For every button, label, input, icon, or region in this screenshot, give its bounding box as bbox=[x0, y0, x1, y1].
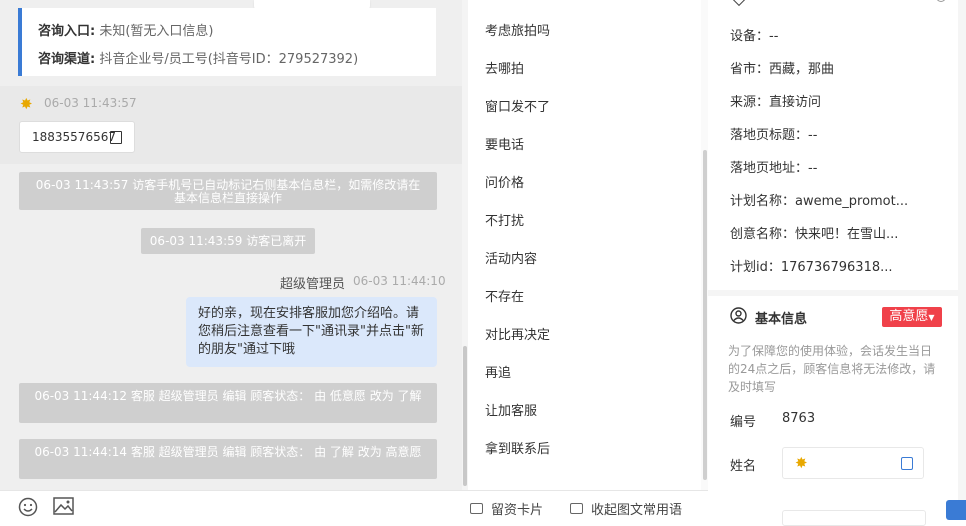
basic-info-notice: 为了保障您的使用体验，会话发生当日的24点之后，顾客信息将无法修改，请及时填写 bbox=[728, 344, 936, 394]
id-value: 8763 bbox=[782, 411, 816, 426]
system-message: 06-03 11:44:14 客服 超级管理员 编辑 顾客状态： 由 了解 改为… bbox=[19, 439, 437, 479]
agent-time: 06-03 11:44:10 bbox=[353, 274, 446, 288]
visitor-avatar: ✸ bbox=[20, 95, 33, 113]
system-message: 06-03 11:43:59 访客已离开 bbox=[141, 228, 315, 254]
quick-reply-item[interactable]: 让加客服 bbox=[485, 400, 537, 419]
quick-reply-item[interactable]: 再追 bbox=[485, 362, 511, 381]
system-message: 06-03 11:43:57 访客手机号已自动标记右侧基本信息栏，如需修改请在基… bbox=[19, 172, 437, 210]
caret-down-icon: ▼ bbox=[928, 313, 935, 322]
user-icon bbox=[730, 307, 747, 324]
chat-panel: 咨询入口: 未知(暂无入口信息) 咨询渠道: 抖音企业号/员工号(抖音号ID：2… bbox=[0, 0, 462, 490]
agent-message-bubble: 好的亲，现在安排客服加您介绍哈。请您稍后注意查看一下"通讯录"并点击"新的朋友"… bbox=[186, 297, 437, 367]
star-avatar-icon: ✸ bbox=[20, 95, 33, 113]
quick-reply-scrollbar[interactable] bbox=[701, 0, 708, 490]
card-icon bbox=[470, 503, 483, 514]
quick-reply-item[interactable]: 不打扰 bbox=[485, 210, 524, 229]
province-row: 省市：西藏，那曲 bbox=[730, 62, 835, 77]
entry-row: 咨询入口: 未知(暂无入口信息) bbox=[38, 24, 214, 39]
landing-title-row: 落地页标题：-- bbox=[730, 128, 818, 143]
visitor-info-card: 设备：-- 省市：西藏，那曲 来源：直接访问 落地页标题：-- 落地页地址：--… bbox=[708, 0, 958, 290]
quick-reply-item[interactable]: 去哪拍 bbox=[485, 58, 524, 77]
consult-info-card: 咨询入口: 未知(暂无入口信息) 咨询渠道: 抖音企业号/员工号(抖音号ID：2… bbox=[18, 8, 436, 76]
basic-info-title: 基本信息 bbox=[755, 312, 808, 327]
quick-reply-item[interactable]: 拿到联系后 bbox=[485, 438, 550, 457]
emoji-icon[interactable] bbox=[18, 497, 38, 517]
input-toolbar: 留资卡片 收起图文常用语 bbox=[0, 490, 708, 520]
plan-name-row: 计划名称：aweme_promot... bbox=[730, 194, 909, 209]
copy-icon[interactable] bbox=[901, 457, 913, 470]
quick-reply-item[interactable]: 要电话 bbox=[485, 134, 524, 153]
leave-card-button[interactable]: 留资卡片 bbox=[470, 499, 543, 518]
quick-reply-list: 考虑旅拍吗 去哪拍 窗口发不了 要电话 问价格 不打扰 活动内容 不存在 对比再… bbox=[469, 0, 701, 490]
name-field[interactable]: ✸ bbox=[782, 447, 924, 479]
list-icon bbox=[570, 503, 583, 514]
diamond-icon bbox=[731, 0, 747, 7]
device-row: 设备：-- bbox=[730, 29, 779, 44]
chat-scrollbar[interactable] bbox=[462, 0, 468, 490]
quick-reply-item[interactable]: 问价格 bbox=[485, 172, 524, 191]
quick-reply-item[interactable]: 不存在 bbox=[485, 286, 524, 305]
star-avatar-icon: ✸ bbox=[795, 454, 808, 472]
system-message: 06-03 11:44:12 客服 超级管理员 编辑 顾客状态： 由 低意愿 改… bbox=[19, 383, 437, 423]
quick-reply-item[interactable]: 窗口发不了 bbox=[485, 96, 550, 115]
basic-info-card bbox=[708, 296, 958, 520]
plan-id-row: 计划id：176736796318... bbox=[730, 260, 893, 275]
creative-name-row: 创意名称：快来吧！在雪山... bbox=[730, 227, 899, 242]
quick-reply-item[interactable]: 对比再决定 bbox=[485, 324, 550, 343]
quick-reply-item[interactable]: 考虑旅拍吗 bbox=[485, 20, 550, 39]
copy-icon[interactable] bbox=[110, 131, 122, 144]
intent-tag[interactable]: 高意愿▼ bbox=[882, 307, 942, 327]
visitor-time: 06-03 11:43:57 bbox=[44, 96, 137, 110]
image-icon[interactable] bbox=[53, 497, 74, 515]
landing-url-row: 落地页地址：-- bbox=[730, 161, 818, 176]
customer-info-panel: 设备：-- 省市：西藏，那曲 来源：直接访问 落地页标题：-- 落地页地址：--… bbox=[708, 0, 966, 526]
floating-action-button[interactable] bbox=[946, 500, 966, 520]
source-row: 来源：直接访问 bbox=[730, 95, 822, 110]
phone-chip[interactable]: 18835576567 bbox=[19, 121, 135, 153]
next-field[interactable] bbox=[782, 510, 926, 526]
quick-reply-scrollbar-thumb[interactable] bbox=[703, 150, 707, 480]
chat-scrollbar-thumb[interactable] bbox=[463, 346, 467, 486]
channel-row: 咨询渠道: 抖音企业号/员工号(抖音号ID：279527392) bbox=[38, 52, 359, 67]
name-label: 姓名 bbox=[730, 459, 757, 474]
collapse-phrases-button[interactable]: 收起图文常用语 bbox=[570, 499, 682, 518]
id-label: 编号 bbox=[730, 415, 757, 430]
quick-reply-item[interactable]: 活动内容 bbox=[485, 248, 537, 267]
close-icon[interactable] bbox=[936, 0, 946, 2]
agent-name: 超级管理员 bbox=[280, 277, 346, 292]
